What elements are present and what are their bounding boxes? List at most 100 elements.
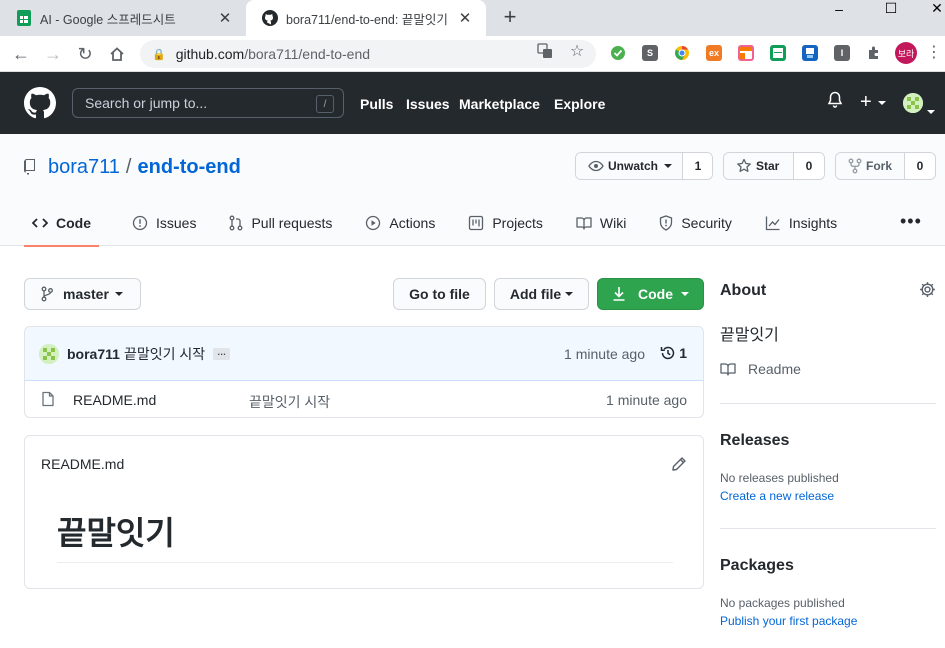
create-release-link[interactable]: Create a new release (720, 489, 834, 503)
browser-tab-github[interactable]: bora711/end-to-end: 끝말잇기 ✕ (246, 0, 486, 36)
commit-expand-button[interactable]: … (213, 347, 231, 360)
search-shortcut-key: / (316, 95, 334, 113)
packages-empty-text: No packages published (720, 596, 845, 610)
address-bar[interactable]: 🔒 github.com/bora711/end-to-end (140, 40, 596, 68)
go-to-file-button[interactable]: Go to file (393, 278, 486, 310)
github-logo-icon[interactable] (24, 87, 56, 119)
translate-icon[interactable] (536, 42, 554, 60)
fork-button[interactable]: Fork (836, 153, 905, 179)
github-search-input[interactable]: Search or jump to... / (72, 88, 344, 118)
bookmark-star-icon[interactable]: ☆ (568, 42, 586, 60)
tab-actions[interactable]: Actions (357, 200, 443, 246)
tab-projects[interactable]: Projects (460, 200, 551, 246)
github-favicon-icon (262, 10, 278, 26)
ext-s-icon[interactable]: S (642, 45, 658, 61)
branch-name: master (63, 286, 109, 302)
commit-message[interactable]: 끝말잇기 시작 (124, 344, 205, 364)
ext-sheet-icon[interactable] (770, 45, 786, 61)
home-icon[interactable] (106, 43, 128, 65)
commit-author-avatar[interactable] (39, 343, 59, 364)
close-tab-icon[interactable]: ✕ (456, 9, 474, 27)
browser-toolbar: ← → ↻ 🔒 github.com/bora711/end-to-end ☆ … (0, 36, 945, 72)
readme-sidebar-link[interactable]: Readme (748, 361, 801, 377)
unwatch-button[interactable]: Unwatch (576, 153, 683, 179)
ext-check-icon[interactable] (610, 45, 626, 61)
commit-author[interactable]: bora711 (67, 346, 120, 362)
maximize-window-icon[interactable]: ☐ (876, 1, 906, 17)
file-name-link[interactable]: README.md (73, 392, 156, 408)
minimize-window-icon[interactable]: – (824, 2, 854, 18)
repo-owner-link[interactable]: bora711 (48, 156, 120, 179)
browser-tab-title: AI - Google 스프레드시트 (40, 12, 176, 27)
commit-time[interactable]: 1 minute ago (564, 346, 645, 362)
repo-name-link[interactable]: end-to-end (137, 156, 240, 179)
create-new-plus-icon[interactable]: + (860, 91, 886, 113)
user-avatar[interactable] (903, 93, 923, 113)
packages-heading[interactable]: Packages (720, 557, 794, 575)
ext-i-icon[interactable]: I (834, 45, 850, 61)
tab-code[interactable]: Code (24, 200, 99, 247)
more-tabs-kebab-icon[interactable]: ••• (900, 211, 922, 232)
file-row[interactable]: README.md 끝말잇기 시작 1 minute ago (25, 381, 703, 417)
github-header: Search or jump to... / Pulls Issues Mark… (0, 72, 945, 134)
repo-header: bora711 / end-to-end Unwatch 1 Star 0 Fo… (0, 134, 945, 247)
tab-security[interactable]: Security (651, 200, 740, 246)
star-button-group: Star 0 (723, 152, 825, 180)
code-download-button[interactable]: Code (597, 278, 704, 310)
file-commit-message[interactable]: 끝말잇기 시작 (249, 392, 330, 412)
chevron-down-icon (664, 164, 672, 168)
latest-commit-row: bora711 끝말잇기 시작 … 1 minute ago 1 (25, 327, 703, 381)
nav-marketplace[interactable]: Marketplace (459, 96, 540, 112)
reload-icon[interactable]: ↻ (74, 43, 96, 65)
publish-package-link[interactable]: Publish your first package (720, 614, 857, 628)
branch-select-button[interactable]: master (24, 278, 141, 310)
fork-count[interactable]: 0 (905, 153, 935, 179)
tab-pull-requests[interactable]: Pull requests (221, 200, 340, 246)
ext-badge-icon[interactable] (802, 45, 818, 61)
edit-pencil-icon[interactable] (671, 456, 687, 475)
lock-icon: 🔒 (152, 48, 166, 61)
code-download-label: Code (638, 286, 673, 302)
commit-history-link[interactable]: 1 (660, 345, 687, 361)
chevron-down-icon (114, 292, 123, 296)
repo-icon (24, 159, 40, 175)
repo-description: 끝말잇기 (720, 327, 779, 344)
tab-insights[interactable]: Insights (757, 200, 845, 246)
watch-count[interactable]: 1 (683, 153, 712, 179)
repo-title: bora711 / end-to-end (24, 154, 241, 180)
add-file-button[interactable]: Add file (494, 278, 589, 310)
add-file-label: Add file (509, 286, 562, 302)
fork-label: Fork (866, 159, 893, 173)
git-branch-icon (41, 286, 53, 302)
graph-icon (765, 216, 780, 231)
star-label: Star (756, 159, 780, 173)
forward-icon[interactable]: → (42, 43, 64, 65)
nav-pulls[interactable]: Pulls (360, 96, 393, 112)
gear-icon[interactable] (919, 281, 936, 301)
profile-avatar[interactable]: 보라 (895, 42, 917, 64)
releases-empty-text: No releases published (720, 471, 839, 485)
ext-ex-icon[interactable]: ex (706, 45, 722, 61)
chrome-menu-icon[interactable]: ⋮ (926, 44, 942, 62)
url-host: github.com (175, 46, 245, 62)
ext-chrome-icon[interactable] (674, 45, 690, 61)
ext-layout-icon[interactable] (738, 45, 754, 61)
star-count[interactable]: 0 (794, 153, 824, 179)
back-icon[interactable]: ← (10, 43, 32, 65)
releases-heading[interactable]: Releases (720, 432, 789, 450)
avatar-menu-caret-icon[interactable] (927, 101, 935, 117)
star-button[interactable]: Star (724, 153, 794, 179)
extensions-puzzle-icon[interactable] (866, 45, 882, 61)
new-tab-button[interactable]: + (498, 6, 522, 30)
nav-explore[interactable]: Explore (554, 96, 605, 112)
close-tab-icon[interactable]: ✕ (216, 9, 234, 27)
download-icon (613, 287, 625, 301)
close-window-icon[interactable]: ✕ (922, 1, 945, 17)
nav-issues[interactable]: Issues (406, 96, 450, 112)
tab-issues[interactable]: Issues (124, 200, 204, 246)
tab-wiki[interactable]: Wiki (568, 200, 634, 246)
browser-tab-sheets[interactable]: AI - Google 스프레드시트 ✕ (0, 0, 246, 36)
google-sheets-icon (16, 10, 32, 26)
star-icon (737, 158, 751, 172)
notifications-bell-icon[interactable] (827, 91, 843, 114)
